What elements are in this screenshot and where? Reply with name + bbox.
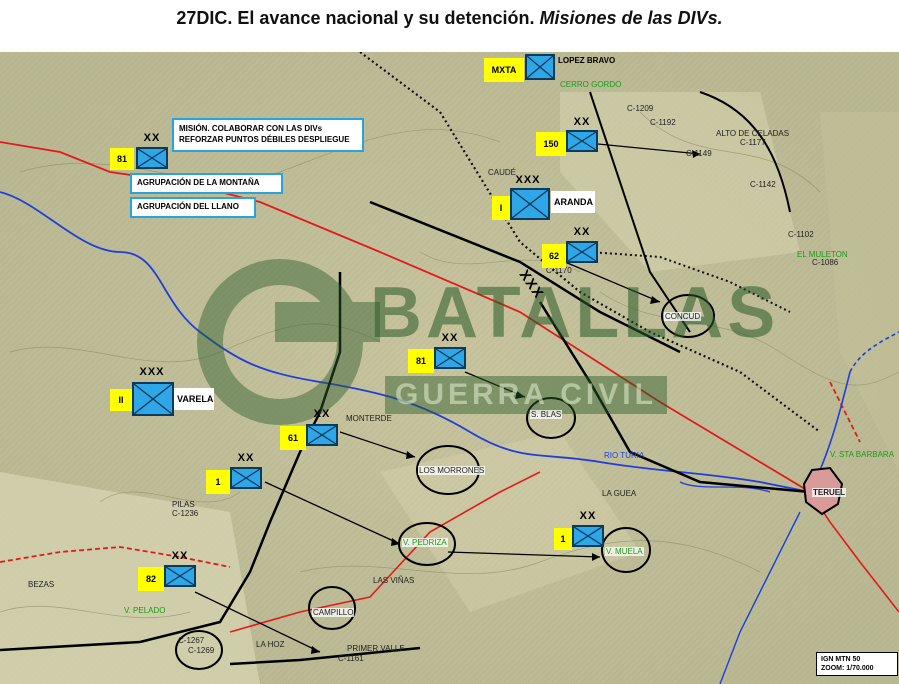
place-v-pelado: V. PELADO <box>124 606 166 615</box>
place-la-hoz: LA HOZ <box>256 640 285 649</box>
place-alto-celadas: ALTO DE CELADAS <box>716 129 790 138</box>
unit-mxta[interactable] <box>525 54 555 80</box>
place-c1177: C-1177 <box>740 138 766 147</box>
unit-61[interactable] <box>306 424 338 446</box>
unit-echelon-1-left: XX <box>237 452 255 464</box>
unit-name-mxta: LOPEZ BRAVO <box>558 56 616 65</box>
unit-code-150: 150 <box>536 132 566 156</box>
place-pilas: PILAS <box>172 500 195 509</box>
place-bezas: BEZAS <box>28 580 55 589</box>
place-c1149: C-1149 <box>686 149 712 158</box>
watermark-logo <box>197 259 380 425</box>
place-monterde: MONTERDE <box>346 414 392 423</box>
objective-pedriza: V. PEDRIZA <box>402 538 448 547</box>
unit-code-mxta: MXTA <box>484 58 524 82</box>
unit-1-left[interactable] <box>230 467 262 489</box>
unit-code-81-mid: 81 <box>408 349 434 373</box>
unit-code-1-left: 1 <box>206 470 230 494</box>
unit-code-82: 82 <box>138 567 164 591</box>
mission-note-line2: REFORZAR PUNTOS DÉBILES DESPLIEGUE <box>179 135 350 144</box>
objective-los-morrones: LOS MORRONES <box>418 466 486 475</box>
unit-echelon-1-right: XX <box>579 510 597 522</box>
title-italic: Misiones de las DIVs. <box>539 8 723 28</box>
unit-echelon-61: XX <box>313 408 331 420</box>
place-primer-valle: PRIMER VALLE <box>347 644 405 653</box>
unit-code-1-right: 1 <box>554 528 572 550</box>
place-v-sta-barbara: V. STA BARBARA <box>830 450 895 459</box>
place-rio-turia: RIO TURIA <box>604 451 645 460</box>
grouping-montana: AGRUPACIÓN DE LA MONTAÑA <box>130 173 283 194</box>
unit-aranda[interactable] <box>510 188 550 220</box>
unit-name-aranda: ARANDA <box>551 191 595 213</box>
unit-echelon-aranda: XXX <box>515 174 541 186</box>
objective-teruel: TERUEL <box>812 488 846 497</box>
unit-code-61: 61 <box>280 426 306 450</box>
objective-sblas: S. BLAS <box>530 410 563 419</box>
objective-muela: V. MUELA <box>605 547 644 556</box>
place-c1102: C-1102 <box>788 230 814 239</box>
objective-campillo: CAMPILLO <box>312 608 355 617</box>
unit-code-81-top: 81 <box>110 148 134 170</box>
unit-echelon-81-mid: XX <box>441 332 459 344</box>
unit-1-right[interactable] <box>572 525 604 547</box>
unit-62[interactable] <box>566 241 598 263</box>
map-canvas[interactable]: BATALLAS GUERRA CIVIL CONCUD S. BLAS LOS… <box>0 52 899 684</box>
place-c1209: C-1209 <box>627 104 654 113</box>
unit-echelon-82: XX <box>171 550 189 562</box>
watermark: BATALLAS <box>370 273 780 353</box>
source-line2: ZOOM: 1/70.000 <box>821 665 874 672</box>
unit-81-mid[interactable] <box>434 347 466 369</box>
source-box: IGN MTN 50 ZOOM: 1/70.000 <box>816 652 898 676</box>
unit-code-62: 62 <box>542 244 566 268</box>
unit-150[interactable] <box>566 130 598 152</box>
place-c1267: C-1267 <box>178 636 205 645</box>
place-c1192: C-1192 <box>650 118 676 127</box>
place-las-vinas: LAS VIÑAS <box>373 576 415 585</box>
title-main: 27DIC. El avance nacional y su detención… <box>176 8 540 28</box>
grouping-llano: AGRUPACIÓN DEL LLANO <box>130 197 256 218</box>
unit-echelon-150: XX <box>573 116 591 128</box>
place-c1161: C-1161 <box>338 654 364 663</box>
unit-code-aranda: I <box>492 196 510 220</box>
objective-concud: CONCUD <box>664 312 702 321</box>
place-cerro-gordo: CERRO GORDO <box>560 80 622 89</box>
unit-varela[interactable] <box>132 382 174 416</box>
unit-name-varela: VARELA <box>174 388 214 410</box>
unit-82[interactable] <box>164 565 196 587</box>
unit-81-top[interactable] <box>136 147 168 169</box>
source-line1: IGN MTN 50 <box>821 656 861 663</box>
mission-note: MISIÓN. COLABORAR CON LAS DIVs REFORZAR … <box>172 118 364 152</box>
objective-c1269: C-1269 <box>188 646 215 655</box>
unit-echelon-81-top: XX <box>143 132 161 144</box>
place-c1236: C-1236 <box>172 509 199 518</box>
unit-echelon-varela: XXX <box>139 366 165 378</box>
unit-code-varela: II <box>110 389 132 411</box>
unit-echelon-mxta: X <box>526 52 550 53</box>
place-c1086: C-1086 <box>812 258 839 267</box>
place-c1142: C-1142 <box>750 180 776 189</box>
watermark-subtitle: GUERRA CIVIL <box>385 376 667 414</box>
mission-note-line1: MISIÓN. COLABORAR CON LAS DIVs <box>179 124 323 133</box>
unit-echelon-62: XX <box>573 226 591 238</box>
page-title: 27DIC. El avance nacional y su detención… <box>0 8 899 29</box>
place-la-guea: LA GUEA <box>602 489 637 498</box>
